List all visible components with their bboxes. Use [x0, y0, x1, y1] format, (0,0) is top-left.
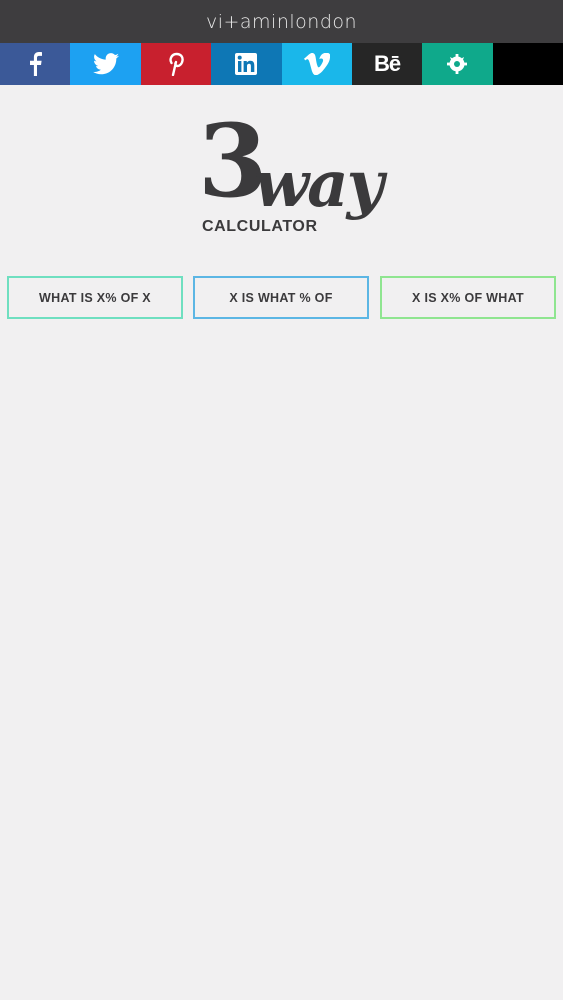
twitter-link[interactable] [70, 43, 141, 85]
logo-subtitle: CALCULATOR [202, 218, 318, 235]
app-logo: 3 way CALCULATOR [198, 111, 384, 238]
octocat-icon [447, 54, 468, 74]
x-is-x-percent-of-what-button[interactable]: X IS X% OF WHAT [380, 276, 556, 319]
social-bar: Bē [0, 43, 563, 85]
blank-tile [492, 43, 563, 85]
vimeo-link[interactable] [281, 43, 352, 85]
button-label: WHAT IS X% OF X [39, 290, 151, 305]
behance-icon: Bē [374, 51, 401, 76]
octocat-link[interactable] [422, 43, 493, 85]
facebook-link[interactable] [0, 43, 71, 85]
pinterest-link[interactable] [140, 43, 212, 85]
site-title: vi+aminlondon [205, 10, 358, 33]
linkedin-link[interactable] [211, 43, 282, 85]
button-label: X IS WHAT % OF [229, 290, 333, 305]
linkedin-icon [235, 53, 258, 75]
x-is-what-percent-of-button[interactable]: X IS WHAT % OF [193, 276, 369, 319]
twitter-icon [92, 53, 119, 75]
vimeo-icon [303, 53, 330, 75]
what-is-x-percent-of-x-button[interactable]: WHAT IS X% OF X [7, 276, 183, 319]
logo-word: way [254, 147, 384, 222]
site-title-bar: vi+aminlondon [0, 0, 563, 43]
pinterest-icon [169, 52, 184, 76]
button-label: X IS X% OF WHAT [412, 290, 524, 305]
behance-link[interactable]: Bē [351, 43, 423, 85]
facebook-icon [30, 52, 43, 76]
